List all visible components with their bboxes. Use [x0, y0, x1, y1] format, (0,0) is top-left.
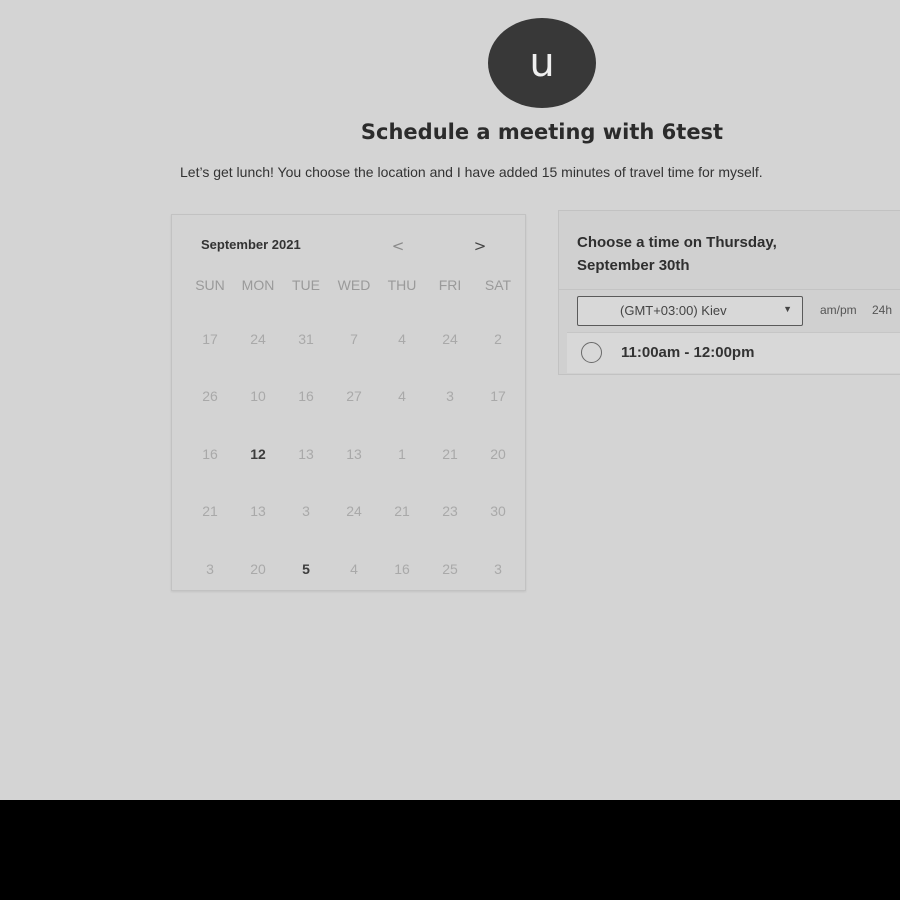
calendar-day: 20	[490, 445, 506, 462]
calendar-day: 16	[394, 560, 410, 577]
weekday-label: MON	[241, 277, 275, 293]
calendar-day: 3	[206, 560, 214, 577]
chevron-left-icon[interactable]: <	[387, 235, 409, 257]
weekday-label: SUN	[195, 277, 225, 293]
calendar-day: 21	[202, 503, 218, 520]
calendar-day-grid: 17 24 31 7 4 24 2 26 10 16 27 4 3 17 16 12 13 13 1 21 20 21 13…	[186, 310, 522, 598]
caret-down-icon: ▼	[783, 304, 792, 314]
calendar-day-available[interactable]: 5	[282, 540, 330, 598]
timezone-value: (GMT+03:00) Kiev	[620, 303, 727, 318]
calendar-day: 3	[494, 560, 502, 577]
calendar-day: 25	[442, 560, 458, 577]
weekday-label: WED	[337, 277, 371, 293]
calendar-day: 13	[298, 445, 314, 462]
divider	[559, 289, 900, 290]
event-description: Let’s get lunch! You choose the location…	[180, 164, 763, 180]
calendar-day-available[interactable]: 12	[234, 425, 282, 483]
chevron-right-icon[interactable]: >	[469, 235, 491, 257]
calendar-day: 13	[346, 445, 362, 462]
calendar-day: 24	[346, 503, 362, 520]
calendar-day: 21	[394, 503, 410, 520]
24h-format-toggle[interactable]: 24h	[872, 303, 892, 317]
time-panel-heading: Choose a time on Thursday, September 30t…	[577, 231, 837, 277]
calendar-day: 24	[250, 330, 266, 347]
calendar-day: 4	[350, 560, 358, 577]
calendar-weekday-header: SUN MON TUE WED THU FRI SAT	[186, 277, 522, 293]
calendar-day: 7	[350, 330, 358, 347]
weekday-label: THU	[387, 277, 417, 293]
calendar-day: 10	[250, 388, 266, 405]
calendar-day: 26	[202, 388, 218, 405]
calendar-day: 13	[250, 503, 266, 520]
ampm-format-toggle[interactable]: am/pm	[820, 303, 857, 317]
calendar-day: 16	[202, 445, 218, 462]
calendar-day: 4	[398, 330, 406, 347]
calendar-day: 21	[442, 445, 458, 462]
calendar-day: 4	[398, 388, 406, 405]
calendar-day: 2	[494, 330, 502, 347]
calendar-day: 31	[298, 330, 314, 347]
calendar-day: 17	[202, 330, 218, 347]
page-title: Schedule a meeting with 6test	[360, 120, 724, 144]
calendar-day: 23	[442, 503, 458, 520]
weekday-label: FRI	[438, 277, 462, 293]
avatar-letter: u	[529, 40, 555, 86]
timezone-select[interactable]: (GMT+03:00) Kiev ▼	[577, 296, 803, 326]
time-slot-label: 11:00am - 12:00pm	[621, 344, 755, 361]
radio-button[interactable]	[581, 342, 602, 363]
bottom-black-band	[0, 800, 900, 900]
calendar-day: 24	[442, 330, 458, 347]
weekday-label: TUE	[292, 277, 320, 293]
scheduling-page: u Schedule a meeting with 6test Let’s ge…	[0, 0, 900, 800]
time-slot-panel: Choose a time on Thursday, September 30t…	[558, 210, 900, 375]
calendar-day: 27	[346, 388, 362, 405]
calendar-day: 20	[250, 560, 266, 577]
time-heading-line-2: September 30th	[577, 257, 690, 274]
host-avatar: u	[488, 18, 596, 108]
calendar-month-label: September 2021	[201, 237, 301, 252]
calendar-day: 30	[490, 503, 506, 520]
date-picker-calendar: September 2021 < > SUN MON TUE WED THU FRI SAT…	[171, 214, 526, 591]
time-slot-option[interactable]: 11:00am - 12:00pm	[567, 332, 900, 373]
calendar-day: 17	[490, 388, 506, 405]
calendar-day: 16	[298, 388, 314, 405]
calendar-day: 3	[446, 388, 454, 405]
calendar-day: 1	[398, 445, 406, 462]
time-heading-line-1: Choose a time on Thursday,	[577, 234, 777, 251]
weekday-label: SAT	[484, 277, 512, 293]
calendar-day: 3	[302, 503, 310, 520]
